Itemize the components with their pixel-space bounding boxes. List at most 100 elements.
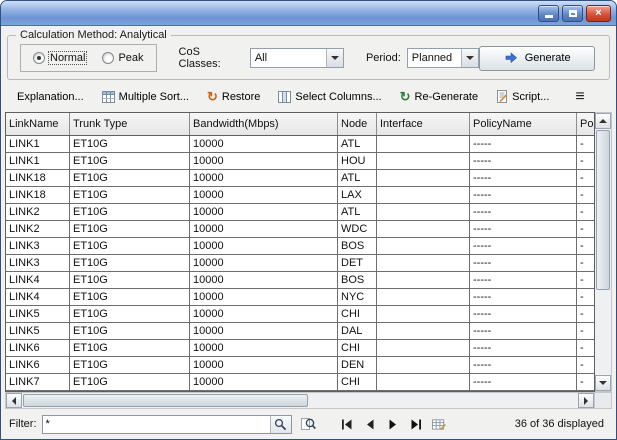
table-cell: ----- [470,323,577,339]
column-header[interactable]: PolicyName [470,113,577,135]
period-select[interactable]: Planned [407,48,480,68]
table-cell: ET10G [70,187,190,203]
table-cell: ET10G [70,238,190,254]
table-row[interactable]: LINK2ET10G10000WDC------ [6,221,594,238]
table-row[interactable]: LINK18ET10G10000ATL------ [6,170,594,187]
filter-search-button[interactable] [270,416,291,433]
table-cell [377,136,470,152]
table-row[interactable]: LINK4ET10G10000BOS------ [6,272,594,289]
table-cell: ATL [338,170,377,186]
column-header[interactable]: Node [338,113,377,135]
normal-radio[interactable]: Normal [33,52,86,64]
select-columns-button[interactable]: Select Columns... [270,87,389,107]
table-cell: LINK18 [6,170,70,186]
scroll-left-button[interactable] [6,393,22,408]
explanation-button[interactable]: Explanation... [9,87,92,107]
table-row[interactable]: LINK3ET10G10000DET------ [6,255,594,272]
table-cell: ET10G [70,340,190,356]
column-header[interactable]: LinkName [6,113,70,135]
table-cell: LINK1 [6,153,70,169]
scroll-up-button[interactable] [595,113,611,129]
filter-input[interactable] [43,418,270,430]
filter-label: Filter: [9,418,37,430]
table-cell: 10000 [190,306,338,322]
script-button[interactable]: Script... [488,86,557,107]
statusbar: Filter: [1,409,616,439]
previous-page-button[interactable] [363,417,377,431]
table-cell: ET10G [70,323,190,339]
table-row[interactable]: LINK7ET10G10000CHI------ [6,374,594,391]
table-cell: - [577,306,594,322]
horizontal-scrollbar[interactable] [5,392,595,409]
table-row[interactable]: LINK3ET10G10000BOS------ [6,238,594,255]
table-cell: ET10G [70,272,190,288]
cos-classes-select[interactable]: All [250,48,344,68]
results-table: LinkNameTrunk TypeBandwidth(Mbps)NodeInt… [5,112,595,392]
table-row[interactable]: LINK6ET10G10000DEN------ [6,357,594,374]
scroll-down-button[interactable] [595,375,611,391]
regenerate-button[interactable]: ↻ Re-Generate [392,87,487,107]
table-row[interactable]: LINK4ET10G10000NYC------ [6,289,594,306]
column-header[interactable]: Pol [577,113,594,135]
horizontal-scrollbar-thumb[interactable] [23,394,308,407]
period-label: Period: [366,52,401,64]
table-cell: - [577,340,594,356]
table-cell: - [577,374,594,390]
table-cell: ----- [470,255,577,271]
previous-page-icon [365,419,375,430]
table-cell: NYC [338,289,377,305]
table-body: LINK1ET10G10000ATL------LINK1ET10G10000H… [6,136,594,391]
table-cell: LINK5 [6,306,70,322]
vertical-scrollbar-thumb[interactable] [596,130,610,290]
generate-button[interactable]: Generate [479,46,595,71]
restore-button[interactable]: ↻ Restore [199,87,268,107]
table-cell: BOS [338,272,377,288]
table-cell [377,272,470,288]
window: × Calculation Method: Analytical Normal … [0,0,617,440]
table-cell: BOS [338,238,377,254]
multiple-sort-button[interactable]: Multiple Sort... [94,87,197,107]
table-zone: LinkNameTrunk TypeBandwidth(Mbps)NodeInt… [5,112,612,392]
table-row[interactable]: LINK6ET10G10000CHI------ [6,340,594,357]
column-header[interactable]: Interface [377,113,470,135]
close-button[interactable]: × [586,5,611,22]
table-row[interactable]: LINK18ET10G10000LAX------ [6,187,594,204]
menu-icon[interactable]: ≡ [569,89,590,105]
table-cell: ----- [470,357,577,373]
table-cell: ----- [470,221,577,237]
table-cell: - [577,289,594,305]
export-table-button[interactable] [432,417,446,431]
radio-selected-icon [33,52,45,64]
period-dropdown-button[interactable] [461,49,478,67]
table-cell: - [577,136,594,152]
titlebar[interactable]: × [1,1,616,26]
last-page-button[interactable] [409,417,423,431]
regenerate-icon: ↻ [400,91,411,102]
table-cell: LINK2 [6,221,70,237]
table-row[interactable]: LINK5ET10G10000DAL------ [6,323,594,340]
scroll-right-button[interactable] [578,393,594,408]
column-header[interactable]: Bandwidth(Mbps) [190,113,338,135]
table-cell: - [577,204,594,220]
peak-radio[interactable]: Peak [102,52,143,64]
maximize-button[interactable] [562,5,583,22]
table-cell: ----- [470,204,577,220]
column-header[interactable]: Trunk Type [70,113,190,135]
table-cell: DAL [338,323,377,339]
table-cell [377,221,470,237]
table-row[interactable]: LINK5ET10G10000CHI------ [6,306,594,323]
table-row[interactable]: LINK2ET10G10000ATL------ [6,204,594,221]
table-cell: LINK1 [6,136,70,152]
vertical-scrollbar[interactable] [595,112,612,392]
table-row[interactable]: LINK1ET10G10000HOU------ [6,153,594,170]
minimize-button[interactable] [538,5,559,22]
table-cell: ----- [470,136,577,152]
scrollbar-corner [595,392,612,409]
table-row[interactable]: LINK1ET10G10000ATL------ [6,136,594,153]
cos-dropdown-button[interactable] [326,49,343,67]
chevron-down-icon [331,56,339,60]
first-page-button[interactable] [340,417,354,431]
next-page-button[interactable] [386,417,400,431]
table-cell [377,187,470,203]
advanced-search-button[interactable] [297,415,321,434]
